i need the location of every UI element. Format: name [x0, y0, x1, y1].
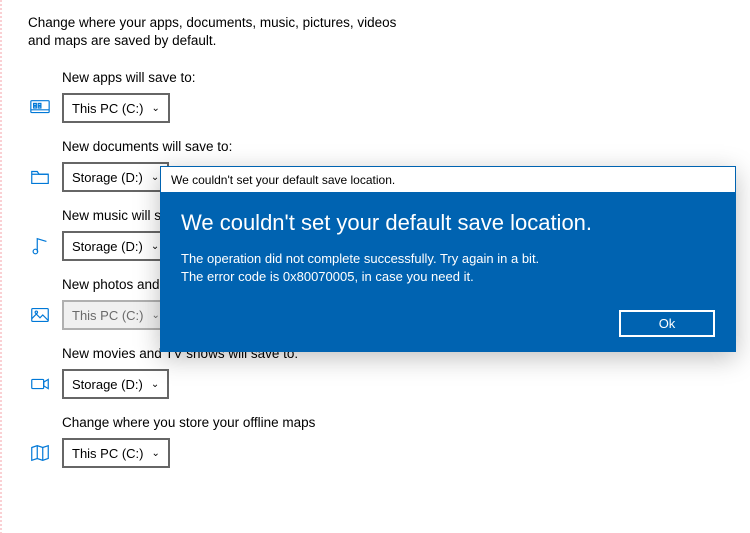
page-description: Change where your apps, documents, music… [0, 0, 430, 54]
chevron-down-icon: ⌄ [151, 172, 159, 183]
window-left-edge [0, 0, 2, 533]
ok-button[interactable]: Ok [619, 310, 715, 337]
dialog-heading: We couldn't set your default save locati… [181, 210, 715, 236]
setting-maps: Change where you store your offline maps… [0, 399, 750, 468]
map-icon [28, 441, 52, 465]
maps-select[interactable]: This PC (C:) ⌄ [62, 438, 170, 468]
music-select-value: Storage (D:) [72, 239, 143, 254]
apps-select[interactable]: This PC (C:) ⌄ [62, 93, 170, 123]
maps-label: Change where you store your offline maps [0, 401, 750, 438]
movies-select[interactable]: Storage (D:) ⌄ [62, 369, 169, 399]
chevron-down-icon: ⌄ [151, 241, 159, 252]
docs-label: New documents will save to: [0, 125, 750, 162]
chevron-down-icon: ⌄ [152, 448, 160, 459]
apps-select-value: This PC (C:) [72, 101, 144, 116]
chevron-down-icon: ⌄ [152, 310, 160, 321]
chevron-down-icon: ⌄ [152, 103, 160, 114]
movies-select-value: Storage (D:) [72, 377, 143, 392]
dialog-body: We couldn't set your default save locati… [161, 192, 735, 351]
docs-select[interactable]: Storage (D:) ⌄ [62, 162, 169, 192]
photos-select[interactable]: This PC (C:) ⌄ [62, 300, 170, 330]
music-note-icon [28, 234, 52, 258]
dialog-titlebar: We couldn't set your default save locati… [161, 167, 735, 192]
music-select[interactable]: Storage (D:) ⌄ [62, 231, 169, 261]
apps-label: New apps will save to: [0, 56, 750, 93]
maps-select-value: This PC (C:) [72, 446, 144, 461]
picture-icon [28, 303, 52, 327]
chevron-down-icon: ⌄ [151, 379, 159, 390]
setting-apps: New apps will save to: This PC (C:) ⌄ [0, 54, 750, 123]
dialog-message-1: The operation did not complete successfu… [181, 250, 715, 268]
error-dialog: We couldn't set your default save locati… [160, 166, 736, 352]
video-camera-icon [28, 372, 52, 396]
photos-select-value: This PC (C:) [72, 308, 144, 323]
dialog-message-2: The error code is 0x80070005, in case yo… [181, 268, 715, 286]
docs-select-value: Storage (D:) [72, 170, 143, 185]
monitor-icon [28, 96, 52, 120]
folder-icon [28, 165, 52, 189]
